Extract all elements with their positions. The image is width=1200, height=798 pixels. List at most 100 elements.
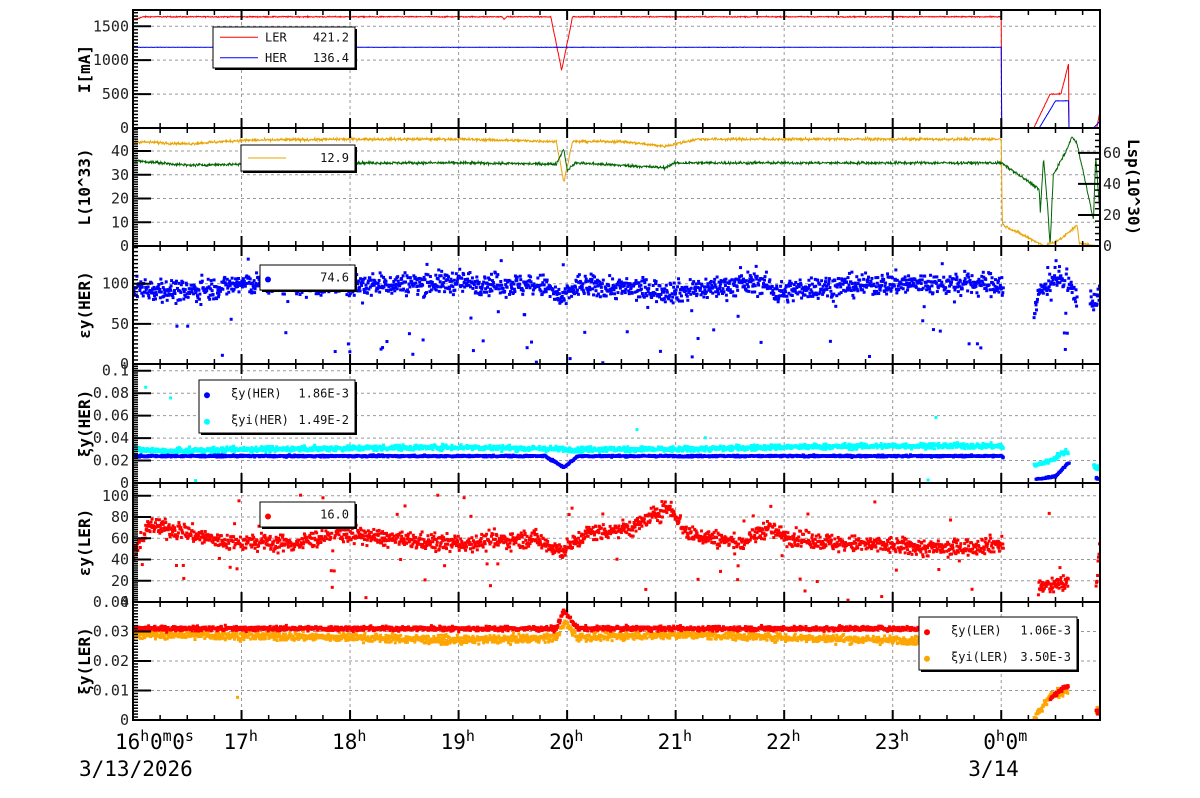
data-point [451,285,455,289]
data-point [1075,304,1079,308]
data-point [843,277,847,281]
data-point [472,283,476,287]
data-point [760,291,764,295]
data-point [240,285,244,289]
data-point [926,279,930,283]
data-point [968,278,972,282]
data-point [348,350,352,354]
data-point [521,289,525,293]
y2-tick-label: 40 [1103,175,1121,193]
data-point [705,295,709,299]
data-point [198,292,202,296]
data-point [480,285,484,289]
data-point [934,415,938,419]
data-point [967,275,971,279]
data-point [601,278,605,282]
data-point [853,281,857,285]
data-point [677,281,681,285]
data-point [208,297,212,301]
data-point [138,288,142,292]
data-point [862,290,866,294]
data-point [475,275,479,279]
data-point [1032,316,1036,320]
data-point [809,276,813,280]
data-point [734,294,738,298]
data-point [140,285,144,289]
data-point [430,280,434,284]
data-point [966,289,970,293]
data-point [688,278,692,282]
data-point [798,278,802,282]
data-point [369,278,373,282]
data-point [421,283,425,287]
data-point [614,286,618,290]
data-point [956,290,960,294]
y-tick-label: 1500 [93,17,129,35]
data-point [677,277,681,281]
data-point [360,283,364,287]
data-point [221,287,225,291]
data-point [557,287,561,291]
data-point [421,338,425,342]
data-point [696,336,700,340]
data-point [690,309,694,313]
data-point [814,284,818,288]
data-point [423,294,427,298]
data-point [600,282,604,286]
data-point [860,273,864,277]
data-point [377,278,381,282]
data-point [880,273,884,277]
data-point [486,282,490,286]
panel-frame [132,245,1101,365]
data-point [434,273,438,277]
data-point [587,292,591,296]
y-tick-label: 50 [111,315,129,333]
data-point [165,298,169,302]
data-point [1074,288,1078,292]
data-point [423,278,427,282]
data-point [436,285,440,289]
data-point [253,287,257,291]
data-point [930,284,934,288]
data-point [581,282,585,286]
data-point [951,277,955,281]
data-point [926,478,930,482]
data-point [169,396,173,400]
data-point [799,283,803,287]
data-point [1044,282,1048,286]
data-point [451,293,455,297]
data-point [1066,452,1070,456]
data-point [647,283,651,287]
data-point [593,285,597,289]
data-point [752,272,756,276]
data-point [921,319,925,323]
data-point [474,285,478,289]
chart: 050010001500I[mA]LER 421.2HER 136.40102030… [75,9,1143,781]
data-point [479,293,483,297]
data-point [616,291,620,295]
data-point [786,300,790,304]
data-point [839,285,843,289]
legend: 12.9 [240,144,357,173]
data-point [538,273,542,277]
data-point [483,276,487,280]
data-point [712,280,716,284]
data-point [739,266,743,270]
data-point [907,274,911,278]
y-tick-label: 30 [111,166,129,184]
data-point [625,277,629,281]
data-point [917,288,921,292]
data-point [530,340,534,344]
data-point [904,278,908,282]
data-point [1057,269,1061,273]
data-point [776,300,780,304]
data-point [388,276,392,280]
data-point [1095,302,1099,306]
data-point [678,291,682,295]
data-point [229,317,233,321]
data-point [583,274,587,278]
data-point [929,273,933,277]
data-point [553,285,557,289]
data-point [557,292,561,296]
data-point [866,278,870,282]
